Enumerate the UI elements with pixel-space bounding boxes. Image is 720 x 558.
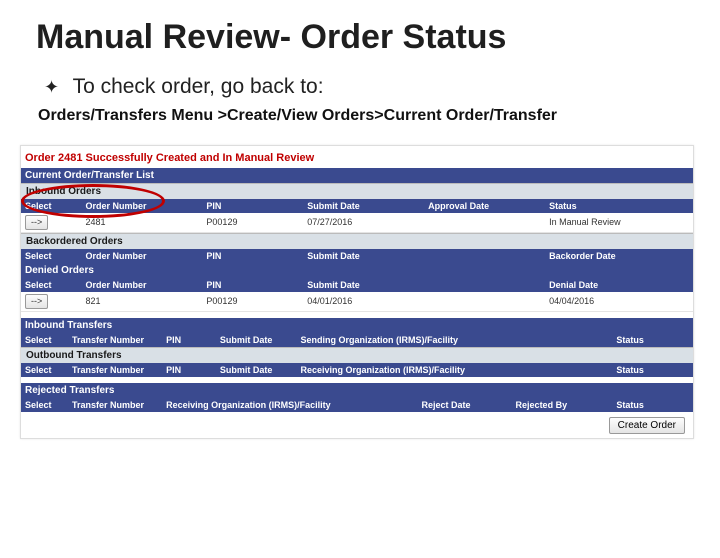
col-status: Status <box>612 398 693 412</box>
col-status: Status <box>612 333 693 347</box>
col-select: Select <box>21 363 68 377</box>
cell-approval-date <box>424 213 545 233</box>
page-title: Manual Review- Order Status <box>36 18 690 57</box>
col-sending-org: Sending Organization (IRMS)/Facility <box>296 333 612 347</box>
col-submit-date: Submit Date <box>216 363 297 377</box>
col-order-number: Order Number <box>81 199 202 213</box>
inbound-transfers-table: Select Transfer Number PIN Submit Date S… <box>21 333 693 347</box>
col-status: Status <box>612 363 693 377</box>
col-order-number: Order Number <box>81 278 202 292</box>
col-select: Select <box>21 278 81 292</box>
subsection-inbound-transfers: Inbound Transfers <box>21 318 693 333</box>
cell-status: In Manual Review <box>545 213 693 233</box>
outbound-transfers-table: Select Transfer Number PIN Submit Date R… <box>21 363 693 377</box>
rejected-transfers-table: Select Transfer Number Receiving Organiz… <box>21 398 693 412</box>
select-row-button[interactable]: --> <box>25 294 48 309</box>
backordered-table: Select Order Number PIN Submit Date Back… <box>21 249 693 263</box>
cell-denial-date: 04/04/2016 <box>545 292 693 312</box>
cell-pin: P00129 <box>202 292 303 312</box>
table-header-row: Select Order Number PIN Submit Date Deni… <box>21 278 693 292</box>
col-pin: PIN <box>202 278 303 292</box>
cell-order-number: 821 <box>81 292 202 312</box>
col-blank <box>424 278 545 292</box>
col-transfer-number: Transfer Number <box>68 333 162 347</box>
table-header-row: Select Transfer Number PIN Submit Date S… <box>21 333 693 347</box>
denied-orders-table: Select Order Number PIN Submit Date Deni… <box>21 278 693 312</box>
table-header-row: Select Transfer Number Receiving Organiz… <box>21 398 693 412</box>
inbound-orders-table: Select Order Number PIN Submit Date Appr… <box>21 199 693 233</box>
col-backorder-date: Backorder Date <box>545 249 693 263</box>
col-pin: PIN <box>162 333 216 347</box>
select-row-button[interactable]: --> <box>25 215 48 230</box>
col-submit-date: Submit Date <box>303 199 424 213</box>
table-header-row: Select Transfer Number PIN Submit Date R… <box>21 363 693 377</box>
subsection-inbound-orders: Inbound Orders <box>21 183 693 199</box>
create-order-button[interactable]: Create Order <box>609 417 685 434</box>
col-order-number: Order Number <box>81 249 202 263</box>
app-screenshot: Order 2481 Successfully Created and In M… <box>20 145 694 439</box>
cell-order-number: 2481 <box>81 213 202 233</box>
col-pin: PIN <box>162 363 216 377</box>
subsection-denied-orders: Denied Orders <box>21 263 693 278</box>
col-transfer-number: Transfer Number <box>68 398 162 412</box>
cell-submit-date: 04/01/2016 <box>303 292 424 312</box>
subsection-backordered: Backordered Orders <box>21 233 693 249</box>
cell-submit-date: 07/27/2016 <box>303 213 424 233</box>
col-reject-date: Reject Date <box>417 398 511 412</box>
col-receiving-org: Receiving Organization (IRMS)/Facility <box>162 398 417 412</box>
col-blank <box>424 249 545 263</box>
col-receiving-org: Receiving Organization (IRMS)/Facility <box>296 363 612 377</box>
col-rejected-by: Rejected By <box>512 398 613 412</box>
bullet-line: ✦ To check order, go back to: <box>44 75 690 99</box>
cell-pin: P00129 <box>202 213 303 233</box>
col-transfer-number: Transfer Number <box>68 363 162 377</box>
status-message: Order 2481 Successfully Created and In M… <box>21 146 693 168</box>
col-select: Select <box>21 333 68 347</box>
col-submit-date: Submit Date <box>303 278 424 292</box>
col-pin: PIN <box>202 199 303 213</box>
col-denial-date: Denial Date <box>545 278 693 292</box>
col-select: Select <box>21 398 68 412</box>
col-submit-date: Submit Date <box>216 333 297 347</box>
col-select: Select <box>21 249 81 263</box>
col-select: Select <box>21 199 81 213</box>
table-header-row: Select Order Number PIN Submit Date Appr… <box>21 199 693 213</box>
bullet-marker-icon: ✦ <box>44 77 59 98</box>
table-row: --> 821 P00129 04/01/2016 04/04/2016 <box>21 292 693 312</box>
col-status: Status <box>545 199 693 213</box>
col-submit-date: Submit Date <box>303 249 424 263</box>
table-header-row: Select Order Number PIN Submit Date Back… <box>21 249 693 263</box>
subsection-rejected-transfers: Rejected Transfers <box>21 383 693 398</box>
col-approval-date: Approval Date <box>424 199 545 213</box>
subsection-outbound-transfers: Outbound Transfers <box>21 347 693 363</box>
section-current-list: Current Order/Transfer List <box>21 168 693 183</box>
breadcrumb: Orders/Transfers Menu >Create/View Order… <box>38 105 690 127</box>
bullet-text: To check order, go back to: <box>73 75 324 98</box>
table-row: --> 2481 P00129 07/27/2016 In Manual Rev… <box>21 213 693 233</box>
col-pin: PIN <box>202 249 303 263</box>
